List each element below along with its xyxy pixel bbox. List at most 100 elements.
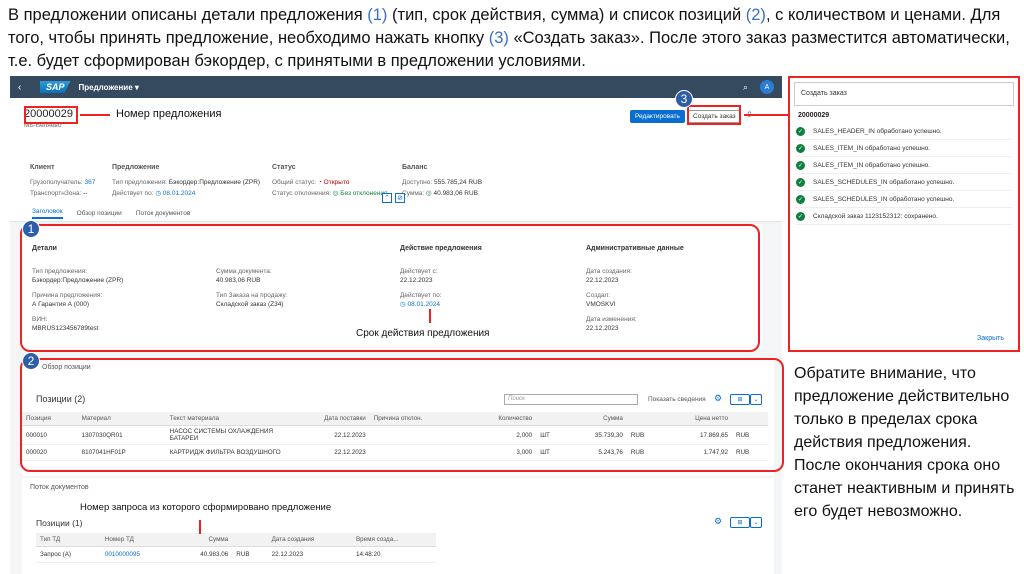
message-text: SALES_SCHEDULES_IN обработано успешно. [813,195,955,203]
create-order-highlight [687,105,741,125]
field-label: Тип предложения: [112,179,167,186]
field-value: Бэкордер:Предложение (ZPR) [168,179,261,186]
message-text: SALES_SCHEDULES_IN обработано успешно. [813,178,955,186]
gear-icon[interactable]: ⚙ [714,516,722,527]
intro-part: В предложении описаны детали предложения [8,6,368,24]
field-label: Статус отклонения: [272,190,331,197]
intro-ref: (1) [367,6,388,24]
intro-text: В предложении описаны детали предложения… [8,4,1018,73]
document-link[interactable]: 0010000095 [100,546,173,563]
field-label: Действует по: [112,190,154,197]
column-header: Дата создания [267,533,352,547]
message-item: ✓ SALES_SCHEDULES_IN обработано успешно. [796,191,1012,208]
back-icon[interactable]: ‹ [18,82,32,93]
message-text: SALES_HEADER_IN обработано успешно. [813,127,942,135]
success-icon: ✓ [796,160,805,170]
offer-number-annotation: Номер предложения [116,108,222,120]
message-text: SALES_ITEM_IN обработано успешно. [813,161,931,169]
arrow-right [744,114,788,116]
search-icon[interactable]: ⌕ [743,82,748,93]
panel-offer-id: 20000029 [798,112,830,119]
balance-group: Баланс Доступно: 555.785,24 RUB Сумма: ◎… [402,162,482,199]
rejection-status-value: Без отклонения [340,190,388,197]
success-icon: ✓ [796,177,805,187]
message-item: ✓ Складской заказ 1123152312: сохранено. [796,208,1012,225]
message-item: ✓ SALES_HEADER_IN обработано успешно. [796,123,1012,140]
intro-ref: (3) [488,29,509,47]
arrow-left [80,114,110,116]
chevron-down-icon[interactable]: ⌄ [750,517,762,528]
success-icon: ✓ [796,126,805,136]
field-label: ТранспортнЗона: [30,190,82,197]
consignee-link[interactable]: 367 [84,179,95,186]
create-order-result-panel: Создать заказ 20000029 ✓ SALES_HEADER_IN … [788,76,1020,352]
cell: 40.983,06 [172,546,233,563]
cell: 14:48:20 [351,546,436,563]
offer-id-highlight [24,106,78,124]
client-group: Клиент Грузополучатель: 367 ТранспортнЗо… [30,162,95,199]
edit-button[interactable]: Редактировать [630,110,685,123]
avatar[interactable]: A [760,80,774,94]
column-header: Номер ТД [100,533,173,547]
sap-logo[interactable]: SAP [40,81,71,93]
tab-items[interactable]: Обзор позиции [77,210,122,217]
intro-ref: (2) [745,6,766,24]
tab-docflow[interactable]: Поток документов [136,210,190,217]
offer-group: Предложение Тип предложения: Бэкордер:Пр… [112,162,260,199]
message-item: ✓ SALES_ITEM_IN обработано успешно. [796,157,1012,174]
collapse-icon[interactable]: ⌃ [382,193,392,203]
badge-3: 3 [675,90,693,108]
valid-to-value: 08.01.2024 [162,190,196,197]
group-title: Баланс [402,164,428,171]
badge-2: 2 [22,352,40,370]
success-icon: ✓ [796,143,805,153]
intro-part: (тип, срок действия, сумма) и список поз… [387,6,746,24]
success-icon: ✓ [796,211,805,221]
clock-icon: ◷ [155,190,161,197]
cell: 22.12.2023 [267,546,352,563]
request-number-annotation: Номер запроса из которого сформировано п… [80,502,332,513]
field-label: Грузополучатель: [30,179,83,186]
close-button[interactable]: Закрыть [977,335,1004,342]
docflow-title: Позиции (1) [36,518,83,528]
field-label: Сумма: [402,190,425,197]
column-header: Сумма [172,533,233,547]
table-header-row: Тип ТД Номер ТД Сумма Дата создания Врем… [36,533,436,547]
message-text: SALES_ITEM_IN обработано успешно. [813,144,931,152]
table-row[interactable]: Запрос (А) 0010000095 40.983,06 RUB 22.1… [36,546,436,563]
pin-icon[interactable]: ⊘ [395,193,405,203]
cell: Запрос (А) [36,546,101,563]
section-title: Поток документов [30,484,89,491]
message-text: Складской заказ 1123152312: сохранено. [813,212,938,220]
status-value: Открыто [323,179,350,186]
positions-highlight [20,358,784,472]
column-header [232,533,268,547]
docflow-table: Тип ТД Номер ТД Сумма Дата создания Врем… [36,533,436,563]
open-status-icon: ◔ [317,179,322,186]
column-header: Тип ТД [36,533,101,547]
arrow-up [429,309,431,323]
header-toggle-group: ⌃ ⊘ [382,193,405,203]
shell-bar: ‹ SAP Предложение ▾ ⌕ A [10,76,782,98]
group-title: Клиент [30,164,55,171]
field-value: -- [83,190,88,197]
tab-bar: Заголовок Обзор позиции Поток документов [10,206,782,222]
export-button[interactable]: ⊞ [730,517,750,528]
group-title: Предложение [112,164,160,171]
group-title: Статус [272,164,296,171]
tab-header[interactable]: Заголовок [32,208,63,219]
check-circle-icon: ◎ [332,190,339,197]
status-group: Статус Общий статус: ◔ Открыто Статус от… [272,162,388,199]
docflow-section: Поток документов Номер запроса из которо… [22,478,774,574]
field-value: 555.785,24 RUB [433,179,483,186]
column-header: Время созда... [351,533,436,547]
app-title-menu[interactable]: Предложение ▾ [79,83,743,92]
message-item: ✓ SALES_ITEM_IN обработано успешно. [796,140,1012,157]
arrow-down [199,520,201,534]
success-icon: ✓ [796,194,805,204]
badge-1: 1 [22,220,40,238]
panel-header: Создать заказ [794,82,1014,106]
validity-note: Обратите внимание, что предложение дейст… [794,365,1015,520]
check-circle-icon: ◎ [426,190,432,197]
message-item: ✓ SALES_SCHEDULES_IN обработано успешно. [796,174,1012,191]
